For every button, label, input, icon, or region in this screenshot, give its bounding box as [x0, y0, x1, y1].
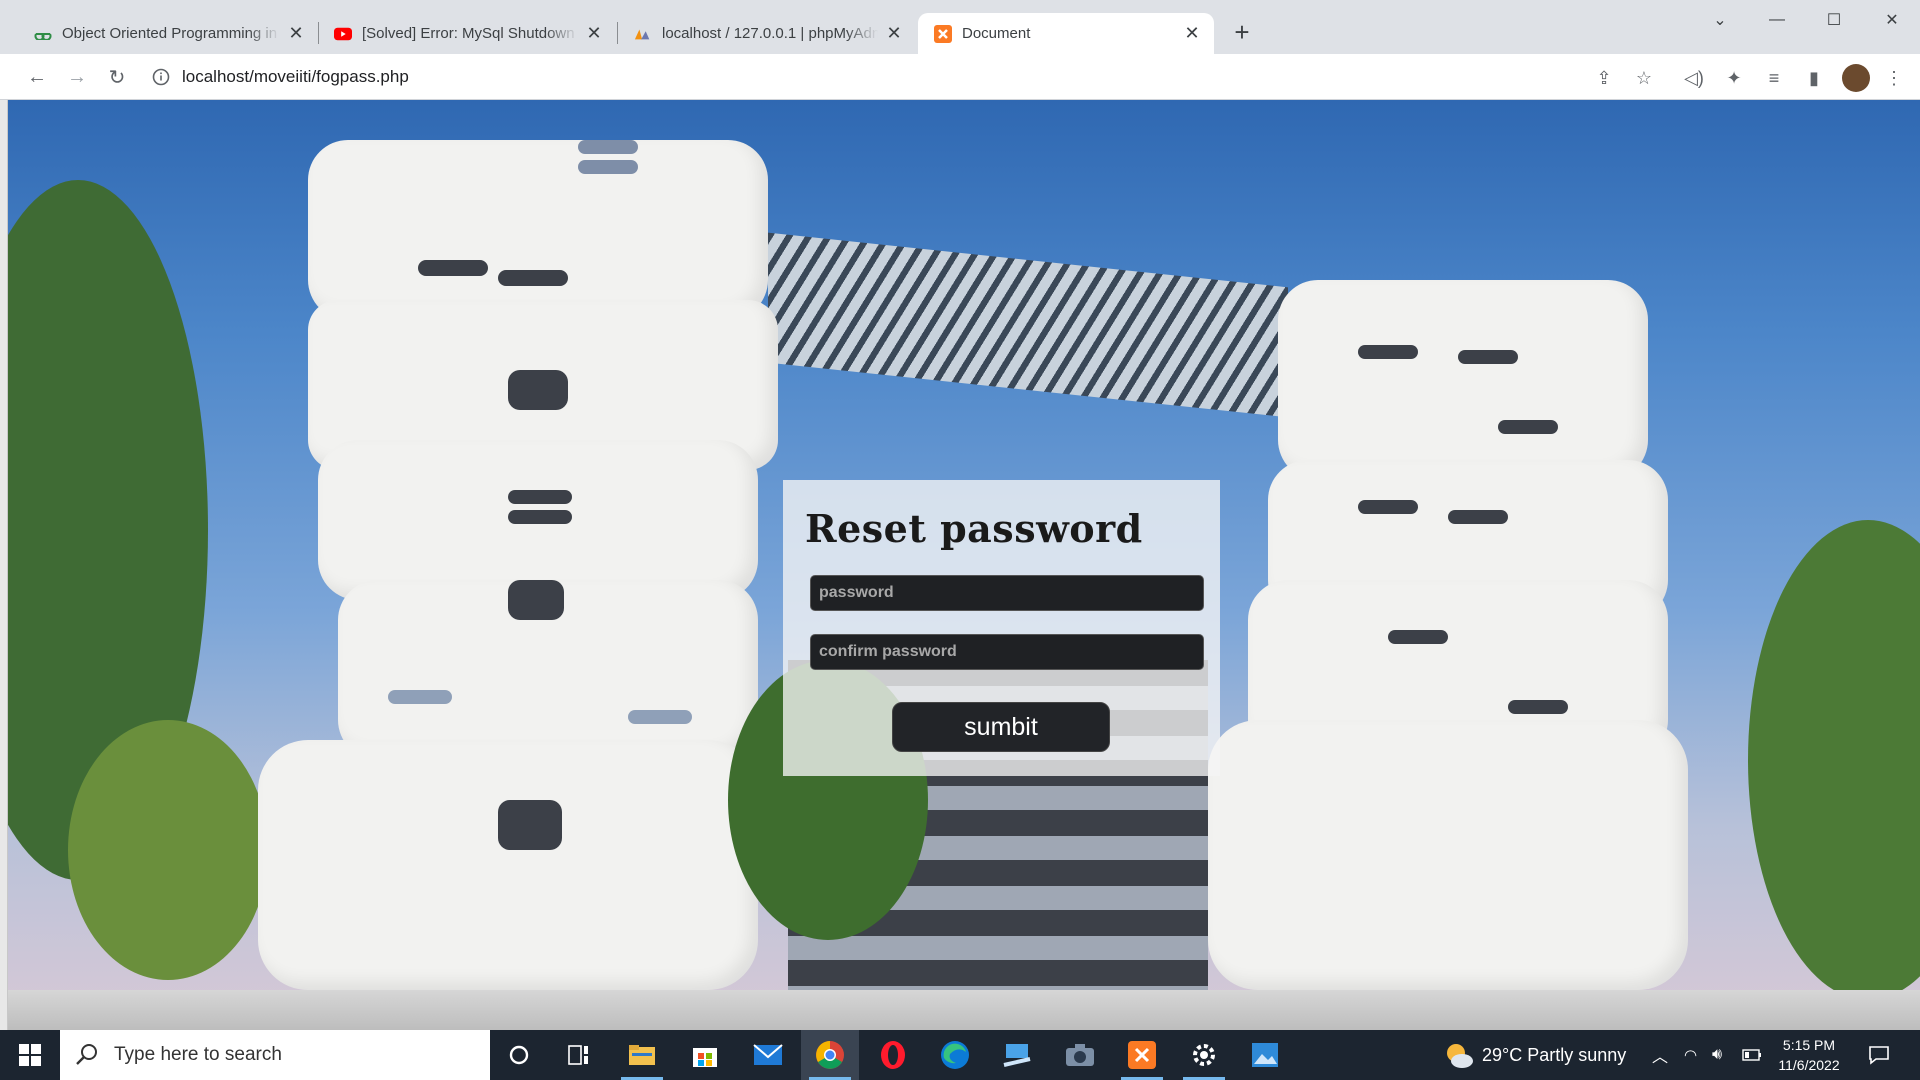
window: [578, 160, 638, 174]
building-block: [1278, 280, 1648, 480]
info-icon[interactable]: [152, 68, 170, 86]
show-hidden-icons-icon[interactable]: ︿: [1652, 1030, 1668, 1080]
settings-gear-icon[interactable]: [1175, 1030, 1233, 1080]
cortana-icon[interactable]: [490, 1030, 548, 1080]
phpmyadmin-icon: [634, 25, 652, 43]
tab-title: localhost / 127.0.0.1 | phpMyAdm: [662, 25, 878, 42]
notifications-icon[interactable]: [1868, 1030, 1890, 1080]
volume-icon[interactable]: 🔊︎: [1712, 1030, 1722, 1080]
window: [1508, 700, 1568, 714]
system-clock[interactable]: 5:15 PM 11/6/2022: [1764, 1035, 1854, 1075]
media-icon[interactable]: ≡: [1762, 66, 1786, 90]
edge-icon[interactable]: [926, 1030, 984, 1080]
windows-start-icon[interactable]: [0, 1030, 60, 1080]
read-aloud-icon[interactable]: ◁): [1682, 66, 1706, 90]
reload-icon[interactable]: ↻: [102, 62, 132, 92]
tab-title: Object Oriented Programming in: [62, 25, 278, 42]
ground: [8, 990, 1920, 1030]
building-block: [258, 740, 758, 990]
tab-strip: Object Oriented Programming in ✕ [Solved…: [0, 0, 1920, 54]
tree: [68, 720, 268, 980]
url-text: localhost/moveiiti/fogpass.php: [182, 67, 409, 86]
share-icon[interactable]: ⇪: [1592, 66, 1616, 90]
tab-document[interactable]: Document ✕: [918, 13, 1214, 54]
reset-password-form: Reset password sumbit: [783, 480, 1220, 776]
close-icon[interactable]: ✕: [584, 23, 604, 44]
xampp-taskbar-icon[interactable]: [1113, 1030, 1171, 1080]
roof-canopy: [768, 232, 1288, 418]
confirm-password-field[interactable]: [810, 634, 1204, 670]
page-edge: [0, 100, 8, 1030]
forward-icon[interactable]: →: [62, 62, 92, 92]
window: [1498, 420, 1558, 434]
task-view-icon[interactable]: [550, 1030, 608, 1080]
window: [508, 510, 572, 524]
window: [508, 370, 568, 410]
close-icon[interactable]: ✕: [1182, 23, 1202, 44]
taskbar: Type here to search 29°C Partly sunny ︿ …: [0, 1030, 1920, 1080]
tab-search-icon[interactable]: ⌄: [1700, 8, 1740, 32]
window: [1448, 510, 1508, 524]
window: [1358, 345, 1418, 359]
building-block: [308, 140, 768, 320]
clock-time: 5:15 PM: [1782, 1037, 1836, 1053]
window: [628, 710, 692, 724]
clock-date: 11/6/2022: [1778, 1057, 1840, 1073]
menu-icon[interactable]: ⋮: [1882, 66, 1906, 90]
minimize-icon[interactable]: —: [1757, 8, 1797, 32]
window: [1358, 500, 1418, 514]
side-panel-icon[interactable]: ▮: [1802, 66, 1826, 90]
window: [418, 260, 488, 276]
page-title: Reset password: [805, 506, 1143, 551]
youtube-icon: [334, 25, 352, 43]
window: [498, 270, 568, 286]
avatar[interactable]: [1842, 64, 1870, 92]
submit-button[interactable]: sumbit: [892, 702, 1110, 752]
tab-title: [Solved] Error: MySql Shutdown U: [362, 25, 578, 42]
close-window-icon[interactable]: ✕: [1872, 8, 1912, 32]
mail-icon[interactable]: [739, 1030, 797, 1080]
tab-title: Document: [962, 25, 1031, 42]
weather-widget[interactable]: 29°C Partly sunny: [1444, 1030, 1626, 1080]
window: [508, 490, 572, 504]
search-icon: [76, 1044, 97, 1065]
search-placeholder: Type here to search: [114, 1044, 282, 1065]
tab-gfg[interactable]: Object Oriented Programming in ✕: [18, 13, 318, 54]
battery-icon[interactable]: [1742, 1030, 1762, 1080]
window: [498, 800, 562, 850]
xampp-icon: [934, 24, 952, 43]
taskbar-search[interactable]: Type here to search: [60, 1030, 490, 1080]
remote-desktop-icon[interactable]: [988, 1030, 1046, 1080]
new-tab-button[interactable]: +: [1228, 19, 1256, 47]
photos-icon[interactable]: [1236, 1030, 1294, 1080]
tree: [1748, 520, 1920, 1000]
partly-sunny-icon: [1447, 1044, 1473, 1068]
microsoft-store-icon[interactable]: [676, 1030, 734, 1080]
back-icon[interactable]: ←: [22, 62, 52, 92]
window: [508, 580, 564, 620]
tab-youtube[interactable]: [Solved] Error: MySql Shutdown U ✕: [318, 13, 616, 54]
chrome-icon[interactable]: [801, 1030, 859, 1080]
building-block: [1208, 720, 1688, 990]
gfg-icon: [34, 25, 52, 43]
maximize-icon[interactable]: ☐: [1814, 8, 1854, 32]
window: [1458, 350, 1518, 364]
network-icon[interactable]: ◠: [1684, 1030, 1697, 1080]
browser-toolbar: ← → ↻ localhost/moveiiti/fogpass.php ⇪ ☆…: [0, 54, 1920, 100]
extensions-icon[interactable]: ✦: [1722, 66, 1746, 90]
weather-text: 29°C Partly sunny: [1482, 1044, 1627, 1065]
page-viewport: Reset password sumbit: [8, 100, 1920, 1030]
camera-icon[interactable]: [1051, 1030, 1109, 1080]
close-icon[interactable]: ✕: [286, 23, 306, 44]
password-field[interactable]: [810, 575, 1204, 611]
file-explorer-icon[interactable]: [613, 1030, 671, 1080]
close-icon[interactable]: ✕: [884, 23, 904, 44]
window: [388, 690, 452, 704]
window: [1388, 630, 1448, 644]
opera-icon[interactable]: [864, 1030, 922, 1080]
window: [578, 140, 638, 154]
address-bar[interactable]: localhost/moveiiti/fogpass.php: [142, 59, 1662, 95]
star-icon[interactable]: ☆: [1632, 66, 1656, 90]
tab-phpmyadmin[interactable]: localhost / 127.0.0.1 | phpMyAdm ✕: [618, 13, 916, 54]
